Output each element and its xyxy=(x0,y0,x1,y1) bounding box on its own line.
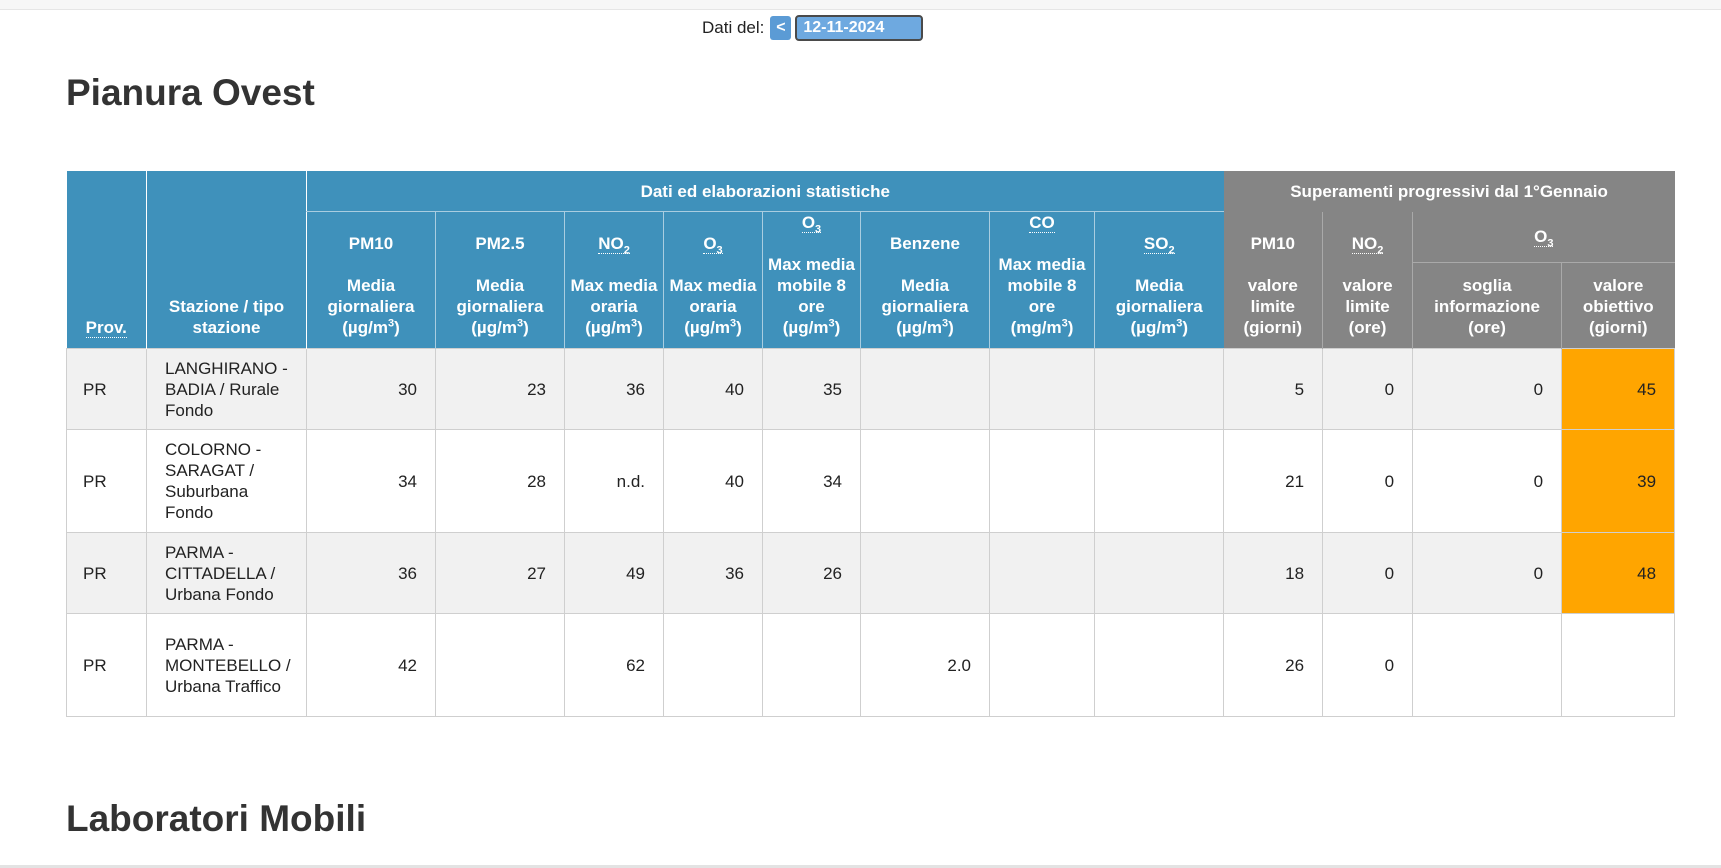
cell-ex-o3-info: 0 xyxy=(1412,348,1563,430)
group-header-exceedances: Superamenti progressivi dal 1°Gennaio xyxy=(1223,171,1675,212)
header-exceed-o3-target: valore obiettivo (giorni) xyxy=(1561,262,1675,349)
cell-no2: 62 xyxy=(564,613,664,717)
cell-ex-pm10: 26 xyxy=(1223,613,1324,717)
previous-day-button[interactable]: < xyxy=(770,16,792,40)
table-row: PR LANGHIRANO - BADIA / Rurale Fondo 30 23 3… xyxy=(66,348,1676,430)
cell-ex-no2: 0 xyxy=(1322,429,1414,533)
cell-station: PARMA - MONTEBELLO / Urbana Traffico xyxy=(146,613,307,717)
cell-ex-o3-target xyxy=(1561,613,1676,717)
date-label: Dati del: xyxy=(702,18,765,37)
date-selector: Dati del: < xyxy=(702,13,924,43)
header-pm10: PM10 Media giornaliera (µg/m3) xyxy=(306,211,436,349)
cell-prov: PR xyxy=(66,348,147,430)
cell-station: LANGHIRANO - BADIA / Rurale Fondo xyxy=(146,348,307,430)
header-pm25: PM2.5 Media giornaliera (µg/m3) xyxy=(435,211,565,349)
cell-benzene xyxy=(860,348,990,430)
cell-ex-no2: 0 xyxy=(1322,348,1414,430)
header-exceed-no2: NO2 valore limite (ore) xyxy=(1322,211,1413,349)
header-no2: NO2 Max media oraria (µg/m3) xyxy=(564,211,664,349)
cell-pm10: 34 xyxy=(306,429,436,533)
cell-o3-8h: 35 xyxy=(762,348,861,430)
cell-o3-8h: 34 xyxy=(762,429,861,533)
cell-benzene xyxy=(860,429,990,533)
cell-co xyxy=(989,348,1095,430)
cell-so2 xyxy=(1093,532,1225,614)
header-exceed-o3-info: soglia informazione (ore) xyxy=(1412,262,1562,349)
cell-ex-pm10: 18 xyxy=(1223,532,1324,614)
cell-no2: 36 xyxy=(564,348,664,430)
cell-pm25: 27 xyxy=(435,532,565,614)
header-exceed-pm10: PM10 valore limite (giorni) xyxy=(1223,211,1323,349)
header-co: CO Max media mobile 8 ore (mg/m3) xyxy=(989,211,1095,349)
cell-pm25: 28 xyxy=(435,429,565,533)
cell-benzene: 2.0 xyxy=(860,613,990,717)
date-input[interactable] xyxy=(795,15,924,41)
cell-o3: 36 xyxy=(663,532,763,614)
table-row: PR COLORNO - SARAGAT / Suburbana Fondo 34 2… xyxy=(66,429,1676,533)
header-o3: O3 Max media oraria (µg/m3) xyxy=(663,211,763,349)
cell-benzene xyxy=(860,532,990,614)
cell-o3-8h: 26 xyxy=(762,532,861,614)
cell-pm10: 42 xyxy=(306,613,436,717)
header-prov: Prov. xyxy=(66,171,147,349)
cell-no2: 49 xyxy=(564,532,664,614)
group-header-stats: Dati ed elaborazioni statistiche xyxy=(305,171,1224,212)
cell-pm10: 30 xyxy=(306,348,436,430)
cell-pm25: 23 xyxy=(435,348,565,430)
air-quality-table: Prov. Stazione / tipo stazione Dati ed e… xyxy=(66,171,1676,717)
table-row: PR PARMA - CITTADELLA / Urbana Fondo 36 27 4… xyxy=(66,532,1676,614)
cell-so2 xyxy=(1093,613,1225,717)
cell-co xyxy=(989,532,1095,614)
cell-ex-o3-info: 0 xyxy=(1412,429,1563,533)
cell-ex-o3-target: 48 xyxy=(1561,532,1676,614)
cell-o3 xyxy=(663,613,763,717)
cell-co xyxy=(989,429,1095,533)
cell-prov: PR xyxy=(66,532,147,614)
top-divider xyxy=(0,0,1721,10)
cell-pm25 xyxy=(435,613,565,717)
cell-station: PARMA - CITTADELLA / Urbana Fondo xyxy=(146,532,307,614)
cell-ex-o3-target: 39 xyxy=(1561,429,1676,533)
cell-prov: PR xyxy=(66,613,147,717)
cell-ex-o3-target: 45 xyxy=(1561,348,1676,430)
cell-ex-o3-info: 0 xyxy=(1412,532,1563,614)
cell-ex-pm10: 5 xyxy=(1223,348,1324,430)
header-so2: SO2 Media giornaliera (µg/m3) xyxy=(1093,211,1224,349)
header-exceed-o3: O3 xyxy=(1412,211,1675,263)
cell-ex-no2: 0 xyxy=(1322,532,1414,614)
table-body: PR LANGHIRANO - BADIA / Rurale Fondo 30 23 3… xyxy=(66,348,1676,717)
header-benzene: Benzene Media giornaliera (µg/m3) xyxy=(860,211,990,349)
cell-o3: 40 xyxy=(663,429,763,533)
cell-ex-no2: 0 xyxy=(1322,613,1414,717)
cell-so2 xyxy=(1093,348,1225,430)
cell-pm10: 36 xyxy=(306,532,436,614)
cell-ex-pm10: 21 xyxy=(1223,429,1324,533)
next-section-title: Laboratori Mobili xyxy=(66,798,367,839)
cell-o3-8h xyxy=(762,613,861,717)
cell-ex-o3-info xyxy=(1412,613,1563,717)
section-title: Pianura Ovest xyxy=(66,72,315,113)
cell-o3: 40 xyxy=(663,348,763,430)
table-row: PR PARMA - MONTEBELLO / Urbana Traffico 42… xyxy=(66,613,1676,717)
cell-so2 xyxy=(1093,429,1225,533)
header-station: Stazione / tipo stazione xyxy=(146,171,307,349)
cell-prov: PR xyxy=(66,429,147,533)
cell-station: COLORNO - SARAGAT / Suburbana Fondo xyxy=(146,429,307,533)
cell-co xyxy=(989,613,1095,717)
header-o3-8h: O3 Max media mobile 8 ore (µg/m3) xyxy=(762,211,861,349)
cell-no2: n.d. xyxy=(564,429,664,533)
